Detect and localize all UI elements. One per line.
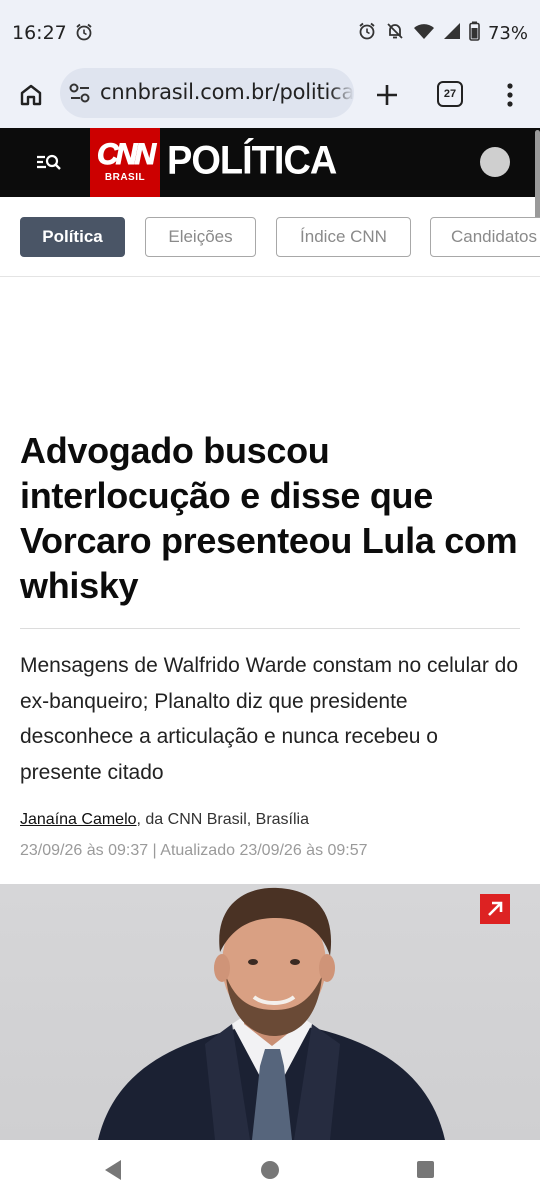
byline: Janaína Camelo, da CNN Brasil, Brasília xyxy=(20,811,309,829)
alarm-icon xyxy=(74,22,94,47)
chip-eleicoes[interactable]: Eleições xyxy=(145,217,256,257)
author-link[interactable]: Janaína Camelo xyxy=(20,811,137,828)
home-button[interactable] xyxy=(261,1161,279,1179)
menu-search-icon[interactable] xyxy=(34,148,64,176)
chip-candidatos[interactable]: Candidatos xyxy=(430,217,540,257)
tune-icon[interactable] xyxy=(68,82,92,109)
chip-indice-cnn[interactable]: Índice CNN xyxy=(276,217,411,257)
url-bar[interactable]: cnnbrasil.com.br/politica xyxy=(60,68,354,118)
home-icon[interactable] xyxy=(14,78,48,112)
back-icon[interactable] xyxy=(103,1159,123,1186)
battery-icon xyxy=(469,21,480,46)
article-photo[interactable] xyxy=(0,884,540,1140)
logo-subtext: BRASIL xyxy=(104,172,146,183)
category-nav: Política Eleições Índice CNN Candidatos xyxy=(0,197,540,277)
system-nav-bar xyxy=(0,1140,540,1200)
expand-icon[interactable] xyxy=(480,894,510,924)
plus-icon[interactable] xyxy=(370,78,404,112)
wifi-icon xyxy=(413,22,435,45)
alarm-icon xyxy=(357,21,377,46)
chip-politica[interactable]: Política xyxy=(20,217,125,257)
logo-text: CNN xyxy=(97,138,157,172)
article-timestamp: 23/09/26 às 09:37 | Atualizado 23/09/26 … xyxy=(20,842,368,859)
tab-switcher-button[interactable]: 27 xyxy=(437,81,463,107)
article-headline: Advogado buscou interlocução e disse que… xyxy=(20,430,518,606)
user-avatar[interactable] xyxy=(480,147,510,177)
status-icons: 73% xyxy=(357,21,528,46)
signal-icon xyxy=(443,22,461,45)
cnn-logo[interactable]: CNN BRASIL xyxy=(90,128,160,197)
byline-rest: , da CNN Brasil, Brasília xyxy=(136,811,310,828)
url-fade xyxy=(330,68,354,118)
bell-off-icon xyxy=(385,21,405,46)
recents-button[interactable] xyxy=(417,1161,434,1178)
status-bar: 16:27 73% xyxy=(0,0,540,64)
site-header: CNN BRASIL POLÍTICA xyxy=(0,128,540,197)
battery-percentage: 73% xyxy=(487,23,528,44)
more-vert-icon[interactable] xyxy=(496,78,524,112)
divider xyxy=(20,628,520,629)
browser-toolbar: cnnbrasil.com.br/politica 27 xyxy=(0,64,540,128)
url-text[interactable]: cnnbrasil.com.br/politica xyxy=(100,80,354,104)
section-title[interactable]: POLÍTICA xyxy=(167,139,337,184)
status-time: 16:27 xyxy=(12,22,67,44)
article-subheadline: Mensagens de Walfrido Warde constam no c… xyxy=(20,654,519,784)
tab-count: 27 xyxy=(443,88,457,100)
